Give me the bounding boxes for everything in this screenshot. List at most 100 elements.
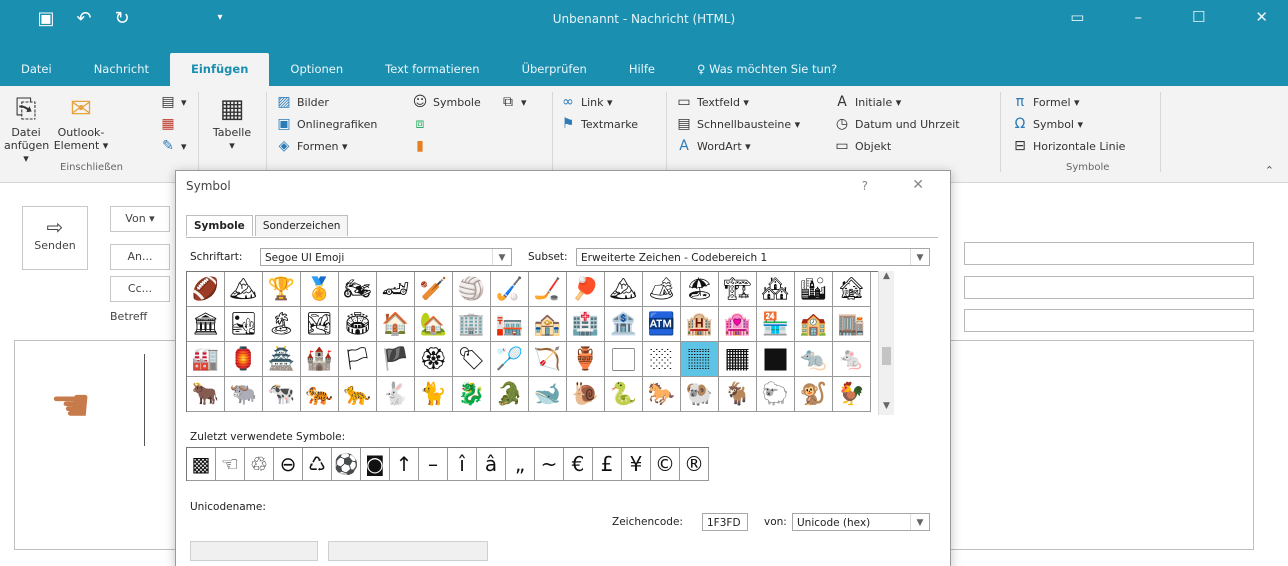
recent-symbol-cell[interactable]: ® [680,448,709,481]
ribbon-display-options-icon[interactable]: ▭ [1070,8,1084,26]
symbol-cell[interactable]: 🐍 [605,377,643,412]
recent-symbol-cell[interactable]: – [419,448,448,481]
symbol-cell[interactable]: 🏸 [491,342,529,377]
symbol-cell[interactable]: 🏼 [643,342,681,377]
char-code-input[interactable]: 1F3FD [702,513,748,531]
symbol-grid-scrollbar[interactable]: ▲ ▼ [878,271,894,415]
symbol-cell[interactable]: 🏚 [833,272,871,307]
tell-me-search[interactable]: ♀ Was möchten Sie tun? [676,62,858,86]
symbol-cell[interactable]: 🏾 [719,342,757,377]
symbol-cell[interactable]: 🐊 [491,377,529,412]
symbol-cell[interactable]: 🏮 [225,342,263,377]
link-button[interactable]: ∞ Link ▾ [560,94,612,110]
help-icon[interactable]: ? [862,179,868,193]
symbol-cell[interactable]: 🐉 [453,377,491,412]
scroll-down-icon[interactable]: ▼ [879,401,894,415]
schnellbausteine-button[interactable]: ▤ Schnellbausteine ▾ [676,116,800,132]
symbol-cell[interactable]: 🐈 [415,377,453,412]
symbol-cell[interactable]: 🏬 [833,307,871,342]
symbol-cell[interactable]: 🏧 [643,307,681,342]
datei-anfuegen-button[interactable]: ⎘ Datei anfügen ▾ [4,92,49,165]
symbol-cell[interactable]: 🏜 [225,307,263,342]
wordart-button[interactable]: A WordArt ▾ [676,138,750,154]
symbol-cell[interactable]: 🏵 [415,342,453,377]
outlook-element-button[interactable]: ✉ Outlook- Element ▾ [52,92,110,152]
symbol-cell[interactable]: 🏏 [415,272,453,307]
symbol-cell[interactable]: 🏻 [605,342,643,377]
symbol-cell[interactable]: 🏿 [757,342,795,377]
bilder-button[interactable]: ▨ Bilder [276,94,329,110]
symbol-cell[interactable]: 🏒 [529,272,567,307]
symbol-cell[interactable]: 🏩 [719,307,757,342]
recent-symbol-cell[interactable]: ⚽ [332,448,361,481]
tab-ueberpruefen[interactable]: Überprüfen [501,62,608,86]
symbol-cell[interactable]: 🏐 [453,272,491,307]
3d-modelle-button[interactable]: ⧉ ▾ [500,94,527,110]
recent-symbol-cell[interactable]: ♲ [245,448,274,481]
symbol-cell[interactable]: 🏑 [491,272,529,307]
font-select[interactable]: Segoe UI Emoji ▼ [260,248,512,266]
symbol-cell[interactable]: 🐅 [301,377,339,412]
symbol-cell[interactable]: 🐏 [681,377,719,412]
betreff-field[interactable] [964,309,1254,332]
symbol-cell[interactable]: 🐃 [225,377,263,412]
from-select[interactable]: Unicode (hex) ▼ [792,513,930,531]
symbol-cell[interactable]: 🏖 [681,272,719,307]
symbol-cell[interactable]: 🏙 [795,272,833,307]
an-button[interactable]: An... [110,244,170,270]
scroll-up-icon[interactable]: ▲ [879,271,894,285]
recent-symbol-cell[interactable]: â [477,448,506,481]
recent-symbol-cell[interactable]: ◙ [361,448,390,481]
formen-button[interactable]: ◈ Formen ▾ [276,138,348,154]
visitenkarte-button[interactable]: ▤ ▾ [160,94,186,110]
symbol-cell[interactable]: 🏡 [415,307,453,342]
symbol-cell[interactable]: 🏤 [529,307,567,342]
symbol-cell[interactable]: 🐑 [757,377,795,412]
symbol-cell[interactable]: 🐁 [833,342,871,377]
signatur-button[interactable]: ✎ ▾ [160,138,186,154]
symbol-cell[interactable]: 🐇 [377,377,415,412]
symbol-cell[interactable]: 🏳 [339,342,377,377]
subset-select[interactable]: Erweiterte Zeichen - Codebereich 1 ▼ [576,248,930,266]
formel-button[interactable]: π Formel ▾ [1012,94,1080,110]
an-field[interactable] [964,242,1254,265]
symbol-cell[interactable]: 🏪 [757,307,795,342]
cc-button[interactable]: Cc... [110,276,170,302]
symbol-cell[interactable]: 🐐 [719,377,757,412]
recent-symbol-cell[interactable]: ~ [535,448,564,481]
close-icon[interactable]: ✕ [1255,8,1268,26]
symbol-cell[interactable]: 🏠 [377,307,415,342]
von-button[interactable]: Von ▾ [110,206,170,232]
symbol-cell[interactable]: 🏨 [681,307,719,342]
symbol-cell[interactable]: 🏣 [491,307,529,342]
symbol-cell[interactable]: 🏛 [187,307,225,342]
symbol-cell[interactable]: 🏔 [225,272,263,307]
symbol-cell[interactable]: 🏍 [339,272,377,307]
recent-symbol-cell[interactable]: ▩ [187,448,216,481]
symbol-cell[interactable]: 🏦 [605,307,643,342]
symbol-cell[interactable]: 🏓 [567,272,605,307]
symbol-cell[interactable]: 🏴 [377,342,415,377]
symbol-cell[interactable]: 🏘 [757,272,795,307]
symbol-cell[interactable]: 🏞 [301,307,339,342]
onlinegrafiken-button[interactable]: ▣ Onlinegrafiken [276,116,377,132]
minimize-icon[interactable]: – [1134,8,1142,26]
symbol-cell[interactable]: 🐎 [643,377,681,412]
textmarke-button[interactable]: ⚑ Textmarke [560,116,638,132]
recent-symbol-cell[interactable]: î [448,448,477,481]
tab-sonderzeichen[interactable]: Sonderzeichen [254,215,349,236]
symbol-cell[interactable]: 🏆 [263,272,301,307]
recent-symbol-cell[interactable]: ↑ [390,448,419,481]
textfeld-button[interactable]: ▭ Textfeld ▾ [676,94,749,110]
horizontale-linie-button[interactable]: ⊟ Horizontale Linie [1012,138,1125,154]
symbol-cell[interactable]: 🐂 [187,377,225,412]
symbol-cell[interactable]: 🏰 [301,342,339,377]
recent-symbol-cell[interactable]: € [564,448,593,481]
tabelle-button[interactable]: ▦ Tabelle ▾ [206,92,258,152]
tab-datei[interactable]: Datei [0,62,73,86]
recent-symbol-cell[interactable]: ⊖ [274,448,303,481]
symbol-cell[interactable]: 🏅 [301,272,339,307]
recent-symbol-cell[interactable]: „ [506,448,535,481]
symbol-cell[interactable]: 🏢 [453,307,491,342]
symbol-cell[interactable]: 🏟 [339,307,377,342]
